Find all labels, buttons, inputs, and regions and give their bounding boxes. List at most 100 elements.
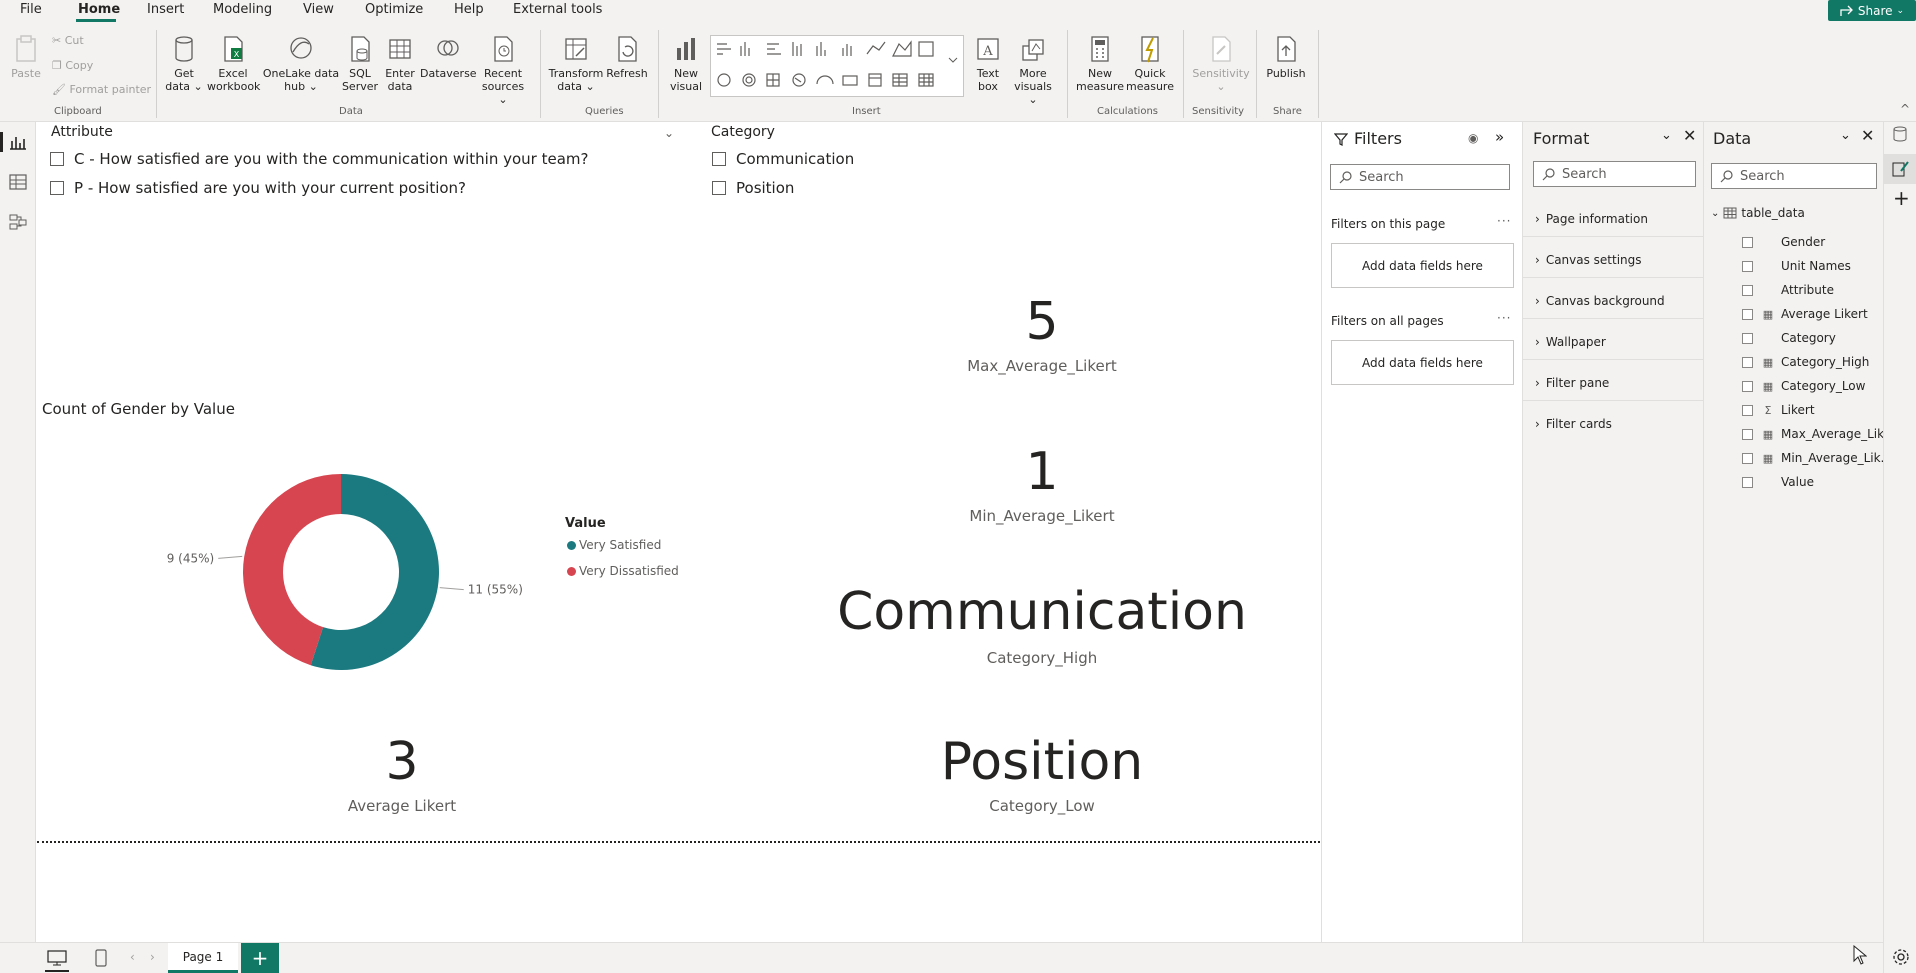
checkbox[interactable] xyxy=(712,181,726,195)
menu-optimize[interactable]: Optimize xyxy=(365,2,423,17)
onelake-data-hub-button[interactable]: OneLake data hub ⌄ xyxy=(262,34,340,93)
checkbox[interactable] xyxy=(1742,380,1753,392)
data-field[interactable]: ▦ Category_Low xyxy=(1742,379,1865,393)
page-tab[interactable]: Page 1 xyxy=(168,943,238,973)
checkbox[interactable] xyxy=(1742,452,1753,464)
slicer-category-item[interactable]: Communication xyxy=(712,150,854,168)
desktop-layout-icon[interactable] xyxy=(47,950,67,966)
refresh-button[interactable]: Refresh xyxy=(606,34,648,80)
sensitivity-button[interactable]: Sensitivity ⌄ xyxy=(1190,34,1252,93)
group-label-clipboard: Clipboard xyxy=(54,106,102,117)
format-section-filter-cards[interactable]: › Filter cards xyxy=(1535,417,1612,431)
eye-icon[interactable]: ◉ xyxy=(1468,131,1478,145)
menu-insert[interactable]: Insert xyxy=(147,2,184,17)
cut-button[interactable]: ✂ Cut xyxy=(52,34,84,47)
checkbox[interactable] xyxy=(1742,260,1753,272)
table-view-icon[interactable] xyxy=(9,174,27,190)
data-field[interactable]: ▦ Category_High xyxy=(1742,355,1869,369)
checkbox[interactable] xyxy=(1742,476,1753,488)
data-field[interactable]: Gender xyxy=(1742,235,1825,249)
checkbox[interactable] xyxy=(50,181,64,195)
menu-external-tools[interactable]: External tools xyxy=(513,2,602,17)
format-section-canvas-background[interactable]: › Canvas background xyxy=(1535,294,1665,308)
paste-button[interactable]: Paste xyxy=(8,34,44,80)
close-icon[interactable]: ✕ xyxy=(1861,126,1874,145)
data-field[interactable]: Attribute xyxy=(1742,283,1834,297)
dataverse-button[interactable]: Dataverse xyxy=(420,34,477,80)
slicer-attribute-item[interactable]: C - How satisfied are you with the commu… xyxy=(50,150,589,168)
data-field[interactable]: ▦ Min_Average_Lik... xyxy=(1742,451,1892,465)
text-box-button[interactable]: A Text box xyxy=(970,34,1006,93)
menu-help[interactable]: Help xyxy=(454,2,484,17)
add-pane-icon[interactable]: + xyxy=(1893,186,1910,210)
new-measure-button[interactable]: New measure xyxy=(1075,34,1125,93)
data-field[interactable]: ▦ Average Likert xyxy=(1742,307,1868,321)
prev-page-icon[interactable]: ‹ xyxy=(130,950,135,964)
mobile-layout-icon[interactable] xyxy=(95,949,107,967)
slicer-category-item[interactable]: Position xyxy=(712,179,794,197)
add-page-button[interactable]: + xyxy=(241,943,279,973)
data-field[interactable]: ▦ Max_Average_Lik... xyxy=(1742,427,1896,441)
data-field[interactable]: Category xyxy=(1742,331,1836,345)
checkbox[interactable] xyxy=(1742,428,1753,440)
search-icon xyxy=(1339,171,1352,184)
more-options-icon[interactable]: ··· xyxy=(1497,311,1511,325)
checkbox[interactable] xyxy=(712,152,726,166)
close-icon[interactable]: ✕ xyxy=(1683,126,1696,145)
quick-measure-button[interactable]: Quick measure xyxy=(1125,34,1175,93)
chevron-down-icon[interactable]: ⌄ xyxy=(1840,128,1851,143)
excel-workbook-button[interactable]: X Excel workbook xyxy=(207,34,260,93)
share-button[interactable]: Share ⌄ xyxy=(1828,0,1916,21)
menu-view[interactable]: View xyxy=(303,2,334,17)
checkbox[interactable] xyxy=(1742,236,1753,248)
copy-button[interactable]: ❐ Copy xyxy=(52,59,93,72)
filters-search-input[interactable]: Search xyxy=(1330,164,1510,190)
collapse-ribbon-icon[interactable]: ^ xyxy=(1900,102,1910,116)
checkbox[interactable] xyxy=(1742,308,1753,320)
legend-item[interactable]: Very Satisfied xyxy=(567,538,661,552)
chevron-down-icon[interactable]: ⌄ xyxy=(664,126,674,140)
recent-sources-button[interactable]: Recent sources ⌄ xyxy=(478,34,528,106)
chevron-down-icon[interactable]: ⌄ xyxy=(1661,128,1672,143)
menu-file[interactable]: File xyxy=(20,2,42,17)
data-field[interactable]: Value xyxy=(1742,475,1814,489)
more-options-icon[interactable]: ··· xyxy=(1497,214,1511,228)
format-painter-button[interactable]: 🖌 Format painter xyxy=(52,83,151,96)
visual-gallery[interactable] xyxy=(710,35,964,97)
report-view-icon[interactable] xyxy=(9,134,27,150)
menu-home[interactable]: Home xyxy=(78,2,120,17)
checkbox[interactable] xyxy=(1742,356,1753,368)
checkbox[interactable] xyxy=(1742,404,1753,416)
collapse-pane-icon[interactable]: » xyxy=(1495,128,1504,146)
more-visuals-button[interactable]: More visuals ⌄ xyxy=(1008,34,1058,106)
publish-button[interactable]: Publish xyxy=(1264,34,1308,80)
donut-chart[interactable]: 11 (55%) 9 (45%) xyxy=(137,432,557,682)
settings-icon[interactable] xyxy=(1892,948,1910,966)
format-section-canvas-settings[interactable]: › Canvas settings xyxy=(1535,253,1642,267)
transform-data-button[interactable]: Transform data ⌄ xyxy=(548,34,604,93)
checkbox[interactable] xyxy=(1742,332,1753,344)
new-visual-button[interactable]: New visual xyxy=(666,34,706,93)
format-section-filter-pane[interactable]: › Filter pane xyxy=(1535,376,1609,390)
menu-modeling[interactable]: Modeling xyxy=(213,2,272,17)
data-search-input[interactable]: Search xyxy=(1711,163,1877,189)
sql-server-button[interactable]: SQL Server xyxy=(341,34,379,93)
checkbox[interactable] xyxy=(50,152,64,166)
format-brush-icon[interactable] xyxy=(1892,160,1910,178)
checkbox[interactable] xyxy=(1742,284,1753,296)
model-view-icon[interactable] xyxy=(9,214,27,230)
format-search-input[interactable]: Search xyxy=(1533,161,1696,187)
data-field[interactable]: Unit Names xyxy=(1742,259,1851,273)
format-section-page-information[interactable]: › Page information xyxy=(1535,212,1648,226)
next-page-icon[interactable]: › xyxy=(150,950,155,964)
format-section-wallpaper[interactable]: › Wallpaper xyxy=(1535,335,1606,349)
filters-all-pages-drop-zone[interactable]: Add data fields here xyxy=(1331,340,1514,385)
legend-item[interactable]: Very Dissatisfied xyxy=(567,564,679,578)
slicer-attribute-item[interactable]: P - How satisfied are you with your curr… xyxy=(50,179,466,197)
enter-data-button[interactable]: Enter data xyxy=(382,34,418,93)
filters-page-drop-zone[interactable]: Add data fields here xyxy=(1331,243,1514,288)
get-data-button[interactable]: Get data ⌄ xyxy=(163,34,205,93)
table-node[interactable]: ⌄ table_data xyxy=(1711,206,1805,220)
data-field[interactable]: Σ Likert xyxy=(1742,403,1815,417)
database-icon[interactable] xyxy=(1892,126,1908,142)
